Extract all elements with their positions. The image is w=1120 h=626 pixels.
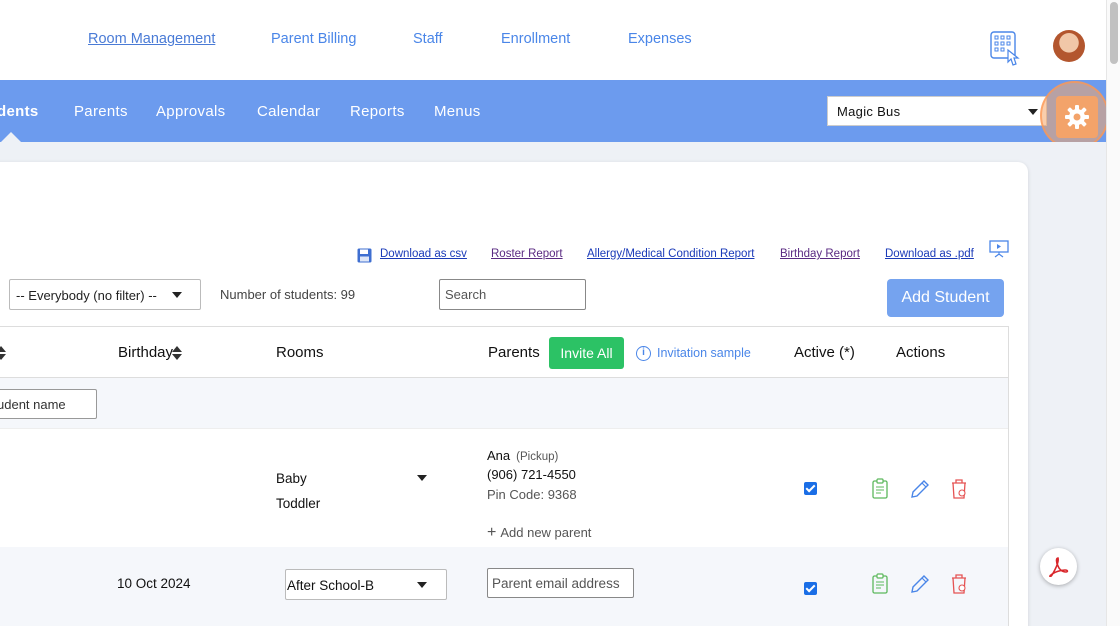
tab-menus[interactable]: Menus	[434, 103, 481, 120]
nav-room-management[interactable]: Room Management	[88, 31, 215, 47]
sort-icon[interactable]	[0, 346, 6, 360]
invite-all-button[interactable]: Invite All	[549, 337, 624, 369]
students-table: Birthday Rooms Parents Invite All i Invi…	[0, 326, 1009, 626]
room-select[interactable]: After School-B	[285, 569, 447, 600]
tab-students[interactable]: dents	[0, 103, 39, 120]
download-csv-link[interactable]: Download as csv	[380, 248, 467, 260]
header-active: Active (*)	[794, 344, 855, 361]
parent-tag: (Pickup)	[516, 451, 559, 463]
edit-pencil-icon[interactable]	[909, 573, 929, 595]
birthday-report-link[interactable]: Birthday Report	[780, 248, 860, 260]
rooms-dropdown-chevron-icon[interactable]	[417, 475, 427, 481]
roster-report-link[interactable]: Roster Report	[491, 248, 563, 260]
delete-trash-icon[interactable]	[950, 478, 968, 500]
gear-icon	[1065, 105, 1089, 129]
nav-enrollment[interactable]: Enrollment	[501, 31, 570, 47]
table-header: Birthday Rooms Parents Invite All i Invi…	[0, 327, 1008, 378]
allergy-report-link[interactable]: Allergy/Medical Condition Report	[587, 248, 754, 260]
header-birthday[interactable]: Birthday	[118, 344, 173, 361]
room-name: Baby	[276, 471, 307, 486]
search-input[interactable]	[439, 279, 586, 310]
parent-pin: Pin Code: 9368	[487, 487, 577, 502]
clipboard-icon[interactable]	[872, 573, 890, 595]
parent-name: Ana (Pickup)	[487, 448, 558, 463]
nav-staff[interactable]: Staff	[413, 31, 443, 47]
center-select-value: Magic Bus	[837, 104, 901, 119]
nav-parent-billing[interactable]: Parent Billing	[271, 31, 356, 47]
tab-approvals[interactable]: Approvals	[156, 103, 225, 120]
floppy-disk-icon	[357, 248, 372, 263]
parent-name-text: Ana	[487, 448, 511, 463]
birthday-value: 10 Oct 2024	[117, 576, 191, 591]
room-name: Toddler	[276, 496, 321, 511]
header-parents: Parents	[488, 344, 540, 361]
vertical-scrollbar[interactable]	[1106, 0, 1120, 626]
module-tab-bar: dents Parents Approvals Calendar Reports…	[0, 80, 1109, 150]
active-checkbox[interactable]	[804, 482, 817, 495]
invitation-sample-link[interactable]: Invitation sample	[657, 346, 751, 360]
presentation-icon[interactable]	[989, 240, 1009, 258]
student-filter-select[interactable]: -- Everybody (no filter) --	[9, 279, 201, 310]
header-actions: Actions	[896, 344, 946, 361]
parent-email-input[interactable]	[487, 568, 634, 598]
settings-highlight	[1040, 81, 1109, 150]
download-pdf-link[interactable]: Download as .pdf	[885, 248, 974, 260]
table-row: 10 Oct 2024 After School-B	[0, 547, 1008, 626]
plus-icon: +	[487, 524, 497, 541]
nav-expenses[interactable]: Expenses	[628, 31, 692, 47]
user-avatar[interactable]	[1053, 30, 1085, 62]
student-filter-value: -- Everybody (no filter) --	[16, 288, 157, 303]
add-student-button[interactable]: Add Student	[887, 279, 1004, 317]
delete-trash-icon[interactable]	[950, 573, 968, 595]
pdf-export-button[interactable]	[1040, 548, 1077, 585]
tab-parents[interactable]: Parents	[74, 103, 128, 120]
kiosk-keypad-icon[interactable]	[990, 30, 1024, 68]
parent-phone: (906) 721-4550	[487, 467, 576, 482]
room-select-value: After School-B	[287, 578, 375, 593]
pdf-icon	[1049, 557, 1069, 577]
tab-reports[interactable]: Reports	[350, 103, 405, 120]
top-navigation: Room Management Parent Billing Staff Enr…	[0, 0, 1106, 80]
chevron-down-icon	[417, 582, 427, 588]
chevron-down-icon	[172, 292, 182, 298]
header-rooms: Rooms	[276, 344, 324, 361]
student-name-filter[interactable]	[0, 389, 97, 419]
active-tab-indicator	[1, 132, 21, 142]
settings-button[interactable]	[1056, 96, 1098, 138]
active-checkbox[interactable]	[804, 582, 817, 595]
table-filter-row	[0, 378, 1008, 429]
sort-icon[interactable]	[172, 346, 182, 360]
student-count: Number of students: 99	[220, 287, 356, 302]
chevron-down-icon	[1028, 109, 1038, 115]
tab-calendar[interactable]: Calendar	[257, 103, 320, 120]
info-icon[interactable]: i	[636, 346, 651, 361]
center-select[interactable]: Magic Bus	[827, 96, 1047, 126]
scrollbar-thumb[interactable]	[1110, 2, 1118, 64]
edit-pencil-icon[interactable]	[909, 478, 929, 500]
add-parent-label: Add new parent	[500, 525, 592, 540]
add-parent-link[interactable]: + Add new parent	[487, 524, 591, 542]
table-row: Baby Toddler Ana (Pickup) (906) 721-4550 …	[0, 429, 1008, 547]
clipboard-icon[interactable]	[872, 478, 890, 500]
